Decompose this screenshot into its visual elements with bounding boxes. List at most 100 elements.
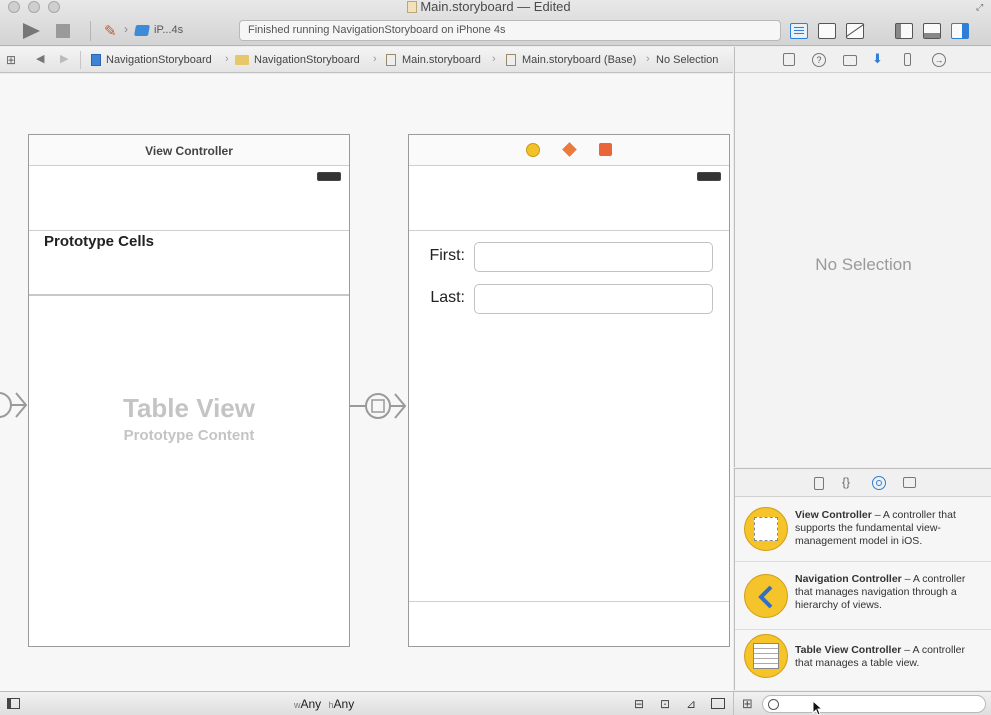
- code-snippet-library-icon[interactable]: {}: [842, 475, 850, 489]
- scene-dock: [409, 135, 729, 166]
- first-name-field[interactable]: [474, 242, 713, 272]
- exit-icon[interactable]: [599, 143, 613, 157]
- battery-icon: [697, 172, 721, 181]
- last-name-field[interactable]: [474, 284, 713, 314]
- storyboard-file-icon: [386, 54, 396, 66]
- identity-inspector-icon[interactable]: [843, 55, 857, 66]
- version-editor-icon[interactable]: [845, 23, 865, 39]
- window-title: Main.storyboard — Edited: [420, 0, 571, 14]
- storyboard-canvas[interactable]: View Controller Prototype Cells Table Vi…: [0, 74, 733, 691]
- jump-bar-divider: [80, 51, 81, 69]
- inspector-empty-message: No Selection: [815, 255, 912, 274]
- toolbar-divider: [409, 601, 729, 602]
- app-target-icon[interactable]: ✎: [104, 22, 117, 40]
- battery-icon: [317, 172, 341, 181]
- scene-detail-view-controller[interactable]: First: Last:: [408, 134, 730, 647]
- library-item-text: View Controller – A controller that supp…: [795, 509, 985, 548]
- jump-bar-item-group[interactable]: NavigationStoryboard: [254, 54, 360, 66]
- assistant-editor-icon[interactable]: [818, 23, 836, 39]
- standard-editor-icon[interactable]: [790, 23, 808, 39]
- bottom-bar-divider: [733, 692, 734, 715]
- library-item-navigation-controller[interactable]: Navigation Controller – A controller tha…: [735, 562, 991, 630]
- utilities-toggle-icon[interactable]: [951, 23, 969, 39]
- resolve-auto-layout-icon[interactable]: ⊿: [686, 697, 696, 711]
- library-item-name: Navigation Controller: [795, 573, 902, 585]
- pin-icon[interactable]: ⊡: [660, 697, 670, 711]
- device-icon[interactable]: [134, 25, 150, 36]
- utilities-inspector: ? ⬇ → No Selection: [734, 47, 991, 467]
- chevron-right-icon: ›: [373, 53, 377, 65]
- inspector-tab-bar: ? ⬇ →: [735, 47, 991, 73]
- nav-bar-divider: [409, 230, 729, 231]
- jump-bar-item-localization[interactable]: Main.storyboard (Base): [522, 54, 636, 66]
- navigation-controller-icon: [744, 574, 788, 618]
- run-button[interactable]: [20, 22, 42, 40]
- chevron-right-icon: ›: [225, 53, 229, 65]
- library-item-name: View Controller: [795, 509, 872, 521]
- forward-arrow-icon[interactable]: ▶: [60, 52, 68, 65]
- library-item-table-view-controller[interactable]: Table View Controller – A controller tha…: [735, 630, 991, 691]
- table-view-placeholder-subtitle: Prototype Content: [123, 427, 255, 444]
- quick-help-icon[interactable]: ?: [812, 53, 826, 67]
- chevron-right-icon: ›: [646, 53, 650, 65]
- library-item-view-controller[interactable]: View Controller – A controller that supp…: [735, 498, 991, 562]
- jump-bar-item-file[interactable]: Main.storyboard: [402, 54, 481, 66]
- size-class-height: Any: [333, 697, 355, 711]
- chevron-right-icon: ›: [492, 53, 496, 65]
- object-library-icon[interactable]: [872, 476, 886, 490]
- view-controller-icon[interactable]: [525, 142, 540, 157]
- jump-bar: ⊞ ◀ ▶ NavigationStoryboard › NavigationS…: [0, 47, 733, 73]
- initial-view-controller-arrow-icon[interactable]: [0, 387, 30, 423]
- size-class-width: Any: [300, 697, 322, 711]
- jump-bar-item-selection[interactable]: No Selection: [656, 54, 718, 66]
- library-item-text: Table View Controller – A controller tha…: [795, 644, 985, 670]
- file-inspector-icon[interactable]: [783, 53, 795, 66]
- folder-icon: [235, 55, 249, 65]
- mouse-cursor-icon: [812, 700, 824, 715]
- jump-bar-item-project[interactable]: NavigationStoryboard: [106, 54, 212, 66]
- stop-button[interactable]: [56, 24, 70, 38]
- nav-bar-divider: [29, 230, 349, 231]
- project-icon: [91, 54, 101, 66]
- toolbar: Main.storyboard — Edited ⤢ ✎ › iP...4s F…: [0, 0, 991, 46]
- filter-icon: [768, 699, 779, 710]
- bottom-bar: wAny hAny ⊟ ⊡ ⊿ ⊞: [0, 691, 991, 715]
- table-view-placeholder-title: Table View: [123, 393, 255, 423]
- activity-viewer: Finished running NavigationStoryboard on…: [239, 20, 781, 41]
- library-filter-input[interactable]: [762, 695, 986, 713]
- segue-arrow-icon[interactable]: [350, 388, 408, 424]
- library-item-text: Navigation Controller – A controller tha…: [795, 573, 985, 612]
- file-template-library-icon[interactable]: [814, 477, 824, 490]
- last-name-label: Last:: [430, 289, 465, 306]
- grid-view-icon[interactable]: ⊞: [742, 696, 753, 712]
- related-items-icon[interactable]: ⊞: [6, 54, 18, 66]
- scene-title: View Controller: [29, 135, 349, 166]
- resizing-behavior-icon[interactable]: [711, 698, 725, 709]
- back-arrow-icon[interactable]: ◀: [36, 52, 44, 65]
- fullscreen-icon[interactable]: ⤢: [976, 2, 986, 12]
- navigator-toggle-icon[interactable]: [895, 23, 913, 39]
- size-class-selector[interactable]: wAny hAny: [294, 697, 354, 711]
- prototype-cells-label: Prototype Cells: [44, 233, 155, 250]
- xcode-window: Main.storyboard — Edited ⤢ ✎ › iP...4s F…: [0, 0, 991, 715]
- chevron-right-icon: ›: [124, 22, 128, 36]
- scheme-device-label[interactable]: iP...4s: [154, 24, 183, 36]
- attributes-inspector-icon[interactable]: ⬇: [872, 52, 886, 66]
- prototype-cell-divider: [29, 294, 349, 296]
- first-responder-icon[interactable]: [562, 142, 577, 158]
- document-outline-toggle-icon[interactable]: [7, 698, 20, 709]
- toolbar-divider: [90, 21, 91, 41]
- first-name-label: First:: [429, 247, 465, 264]
- media-library-icon[interactable]: [903, 477, 916, 488]
- scene-view-controller[interactable]: View Controller Prototype Cells Table Vi…: [28, 134, 350, 647]
- size-inspector-icon[interactable]: [904, 53, 911, 66]
- debug-area-toggle-icon[interactable]: [923, 23, 941, 39]
- object-library: {} View Controller – A controller that s…: [734, 468, 991, 690]
- table-view-controller-icon: [744, 634, 788, 678]
- align-icon[interactable]: ⊟: [634, 697, 644, 711]
- library-tab-bar: {}: [735, 469, 991, 497]
- view-controller-icon: [744, 507, 788, 551]
- storyboard-file-icon: [506, 54, 516, 66]
- connections-inspector-icon[interactable]: →: [932, 53, 946, 67]
- library-item-name: Table View Controller: [795, 644, 902, 656]
